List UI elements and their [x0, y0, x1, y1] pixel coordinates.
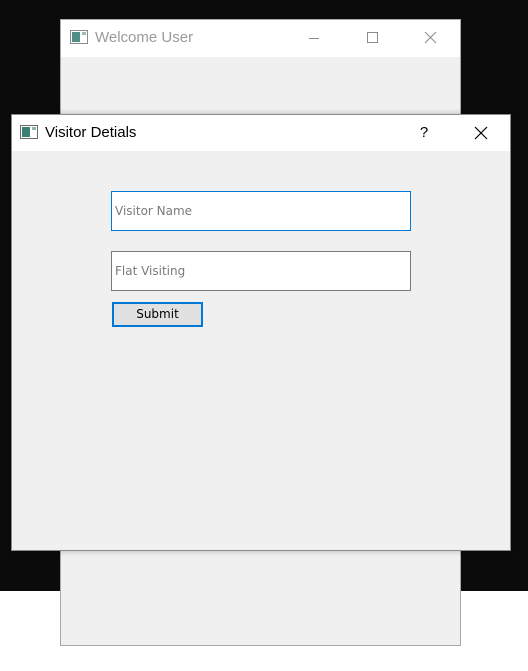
app-window-icon — [70, 30, 88, 44]
submit-button[interactable]: Submit — [112, 302, 203, 327]
visitor-details-dialog[interactable]: Visitor Detials ? Submit — [11, 114, 511, 551]
help-button[interactable]: ? — [412, 122, 436, 144]
dialog-title: Visitor Detials — [45, 124, 137, 141]
flat-visiting-input[interactable] — [111, 251, 411, 291]
maximize-icon[interactable] — [361, 28, 383, 48]
close-icon[interactable] — [470, 122, 492, 144]
welcome-window-title: Welcome User — [95, 29, 194, 46]
visitor-name-input[interactable] — [111, 191, 411, 231]
minimize-icon[interactable] — [303, 28, 325, 48]
screen: Welcome User Visitor Detials ? Visitor N… — [0, 0, 528, 671]
app-window-icon — [20, 125, 38, 139]
welcome-window-titlebar[interactable]: Welcome User — [61, 20, 460, 57]
close-icon[interactable] — [420, 28, 442, 48]
visitor-details-titlebar[interactable]: Visitor Detials ? — [12, 115, 510, 151]
